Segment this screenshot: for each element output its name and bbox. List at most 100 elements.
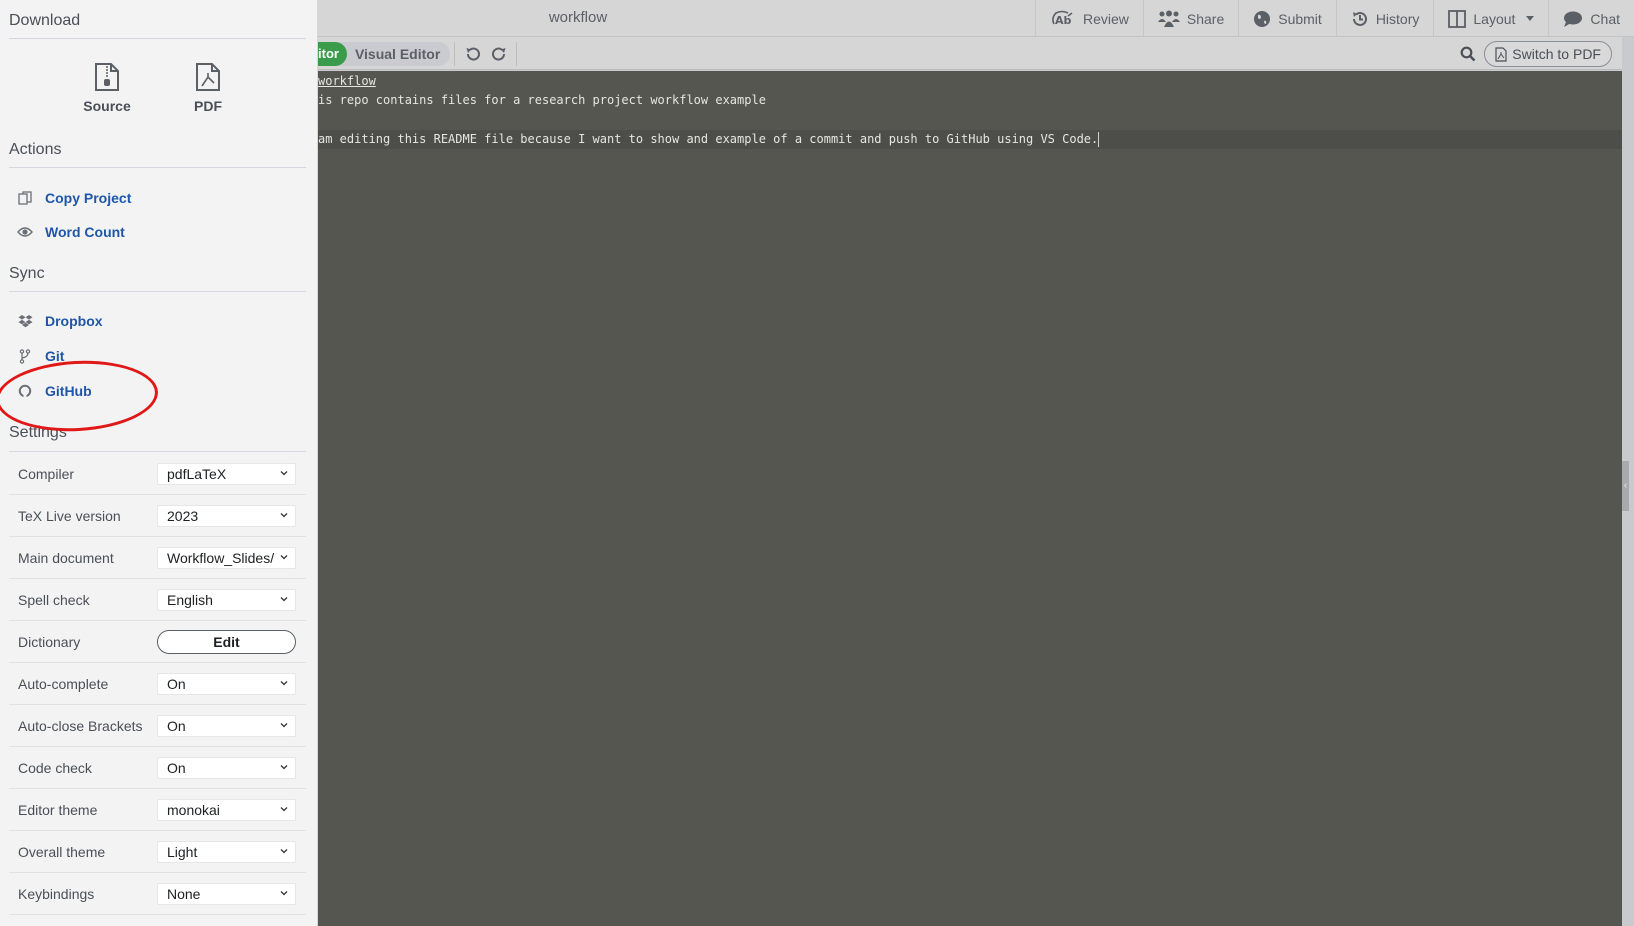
select-value: None bbox=[167, 886, 201, 902]
setting-label: Overall theme bbox=[18, 844, 106, 860]
setting-row-auto-close-brackets: Auto-close Brackets On bbox=[9, 705, 306, 747]
code-editor[interactable]: workflow is repo contains files for a re… bbox=[318, 71, 1622, 926]
setting-row-texlive-version: TeX Live version 2023 bbox=[9, 495, 306, 537]
section-title-actions: Actions bbox=[9, 141, 62, 158]
redo-icon bbox=[492, 47, 506, 61]
git-label: Git bbox=[45, 348, 65, 364]
dropbox-label: Dropbox bbox=[45, 313, 103, 329]
submit-button[interactable]: Submit bbox=[1238, 0, 1336, 37]
share-button[interactable]: Share bbox=[1142, 0, 1238, 37]
section-divider bbox=[9, 291, 306, 292]
main-document-select[interactable]: Workflow_Slides/ bbox=[157, 547, 296, 569]
setting-row-keybindings: Keybindings None bbox=[9, 873, 306, 915]
code-check-select[interactable]: On bbox=[157, 757, 296, 779]
chevron-down-icon bbox=[279, 552, 289, 562]
setting-label: Dictionary bbox=[18, 634, 81, 650]
download-pdf-label: PDF bbox=[194, 98, 222, 114]
chevron-down-icon bbox=[280, 681, 288, 686]
auto-close-brackets-select[interactable]: On bbox=[157, 715, 296, 737]
section-title-settings: Settings bbox=[9, 424, 67, 441]
setting-row-editor-theme: Editor theme monokai bbox=[9, 789, 306, 831]
review-icon: Ab bbox=[1052, 10, 1073, 27]
copy-project-link[interactable]: Copy Project bbox=[17, 190, 131, 206]
chevron-left-icon: ‹ bbox=[1623, 480, 1628, 491]
chevron-down-icon bbox=[280, 891, 288, 896]
setting-row-overall-theme: Overall theme Light bbox=[9, 831, 306, 873]
project-menu-sidebar: Download Source PDF Actions Copy Project… bbox=[0, 0, 318, 926]
visual-editor-tab[interactable]: Visual Editor bbox=[347, 46, 440, 62]
chevron-down-icon bbox=[280, 765, 288, 770]
file-pdf-icon bbox=[196, 63, 220, 91]
select-value: pdfLaTeX bbox=[167, 466, 227, 482]
select-value: On bbox=[167, 676, 186, 692]
section-divider bbox=[9, 38, 306, 39]
setting-row-auto-complete: Auto-complete On bbox=[9, 663, 306, 705]
text-cursor bbox=[1098, 132, 1100, 147]
word-count-link[interactable]: Word Count bbox=[17, 224, 125, 240]
review-label: Review bbox=[1082, 10, 1129, 27]
select-value: Workflow_Slides/ bbox=[167, 550, 275, 566]
copy-icon bbox=[17, 190, 33, 206]
compiler-select[interactable]: pdfLaTeX bbox=[157, 463, 296, 485]
toolbar-divider bbox=[516, 42, 517, 66]
toolbar-right: Switch to PDF bbox=[1460, 41, 1612, 67]
setting-row-spell-check: Spell check English bbox=[9, 579, 306, 621]
setting-row-main-document: Main document Workflow_Slides/ bbox=[9, 537, 306, 579]
redo-button[interactable] bbox=[490, 45, 508, 63]
spell-check-select[interactable]: English bbox=[157, 589, 296, 611]
history-label: History bbox=[1375, 10, 1420, 27]
chevron-down-icon bbox=[280, 849, 288, 854]
git-link[interactable]: Git bbox=[17, 348, 64, 364]
layout-button[interactable]: Layout bbox=[1433, 0, 1548, 37]
auto-complete-select[interactable]: On bbox=[157, 673, 296, 695]
chevron-down-icon bbox=[280, 597, 288, 602]
setting-row-code-check: Code check On bbox=[9, 747, 306, 789]
setting-label: Editor theme bbox=[18, 802, 98, 818]
switch-to-pdf-button[interactable]: Switch to PDF bbox=[1484, 41, 1612, 67]
history-button[interactable]: History bbox=[1335, 0, 1434, 37]
select-value: On bbox=[167, 718, 186, 734]
caret-down-icon bbox=[1526, 16, 1535, 21]
section-divider bbox=[9, 451, 306, 452]
setting-label: Main document bbox=[18, 550, 114, 566]
review-button[interactable]: Ab Review bbox=[1034, 0, 1143, 37]
search-icon[interactable] bbox=[1460, 46, 1476, 62]
section-title-download: Download bbox=[9, 12, 81, 29]
layout-icon bbox=[1448, 9, 1467, 28]
users-icon bbox=[1157, 10, 1180, 27]
editor-toolbar: itor Visual Editor Switch to PDF bbox=[304, 37, 1622, 70]
code-line-active[interactable]: am editing this README file because I wa… bbox=[318, 130, 1622, 149]
undo-button[interactable] bbox=[464, 45, 482, 63]
file-zip-icon bbox=[95, 63, 119, 91]
copy-project-label: Copy Project bbox=[45, 190, 132, 206]
keybindings-select[interactable]: None bbox=[157, 883, 296, 905]
file-pdf-icon bbox=[1495, 46, 1507, 62]
code-line[interactable]: workflow bbox=[318, 72, 376, 91]
chat-label: Chat bbox=[1590, 10, 1620, 27]
texlive-version-select[interactable]: 2023 bbox=[157, 505, 296, 527]
setting-label: TeX Live version bbox=[18, 508, 121, 524]
code-line[interactable]: is repo contains files for a research pr… bbox=[318, 91, 766, 110]
github-link[interactable]: GitHub bbox=[17, 383, 92, 399]
setting-row-dictionary: Dictionary Edit bbox=[9, 621, 306, 663]
section-title-sync: Sync bbox=[9, 265, 45, 282]
select-value: 2023 bbox=[167, 508, 199, 524]
chevron-down-icon bbox=[280, 513, 288, 518]
editor-theme-select[interactable]: monokai bbox=[157, 799, 296, 821]
download-source-label: Source bbox=[83, 98, 131, 114]
chat-button[interactable]: Chat bbox=[1548, 0, 1634, 37]
download-source-button[interactable]: Source bbox=[67, 62, 147, 114]
setting-label: Code check bbox=[18, 760, 92, 776]
eye-icon bbox=[17, 224, 33, 240]
download-pdf-button[interactable]: PDF bbox=[168, 62, 248, 114]
select-value: On bbox=[167, 760, 186, 776]
switch-to-pdf-label: Switch to PDF bbox=[1512, 46, 1601, 62]
section-divider bbox=[9, 167, 306, 168]
dropbox-link[interactable]: Dropbox bbox=[17, 313, 103, 329]
select-value: Light bbox=[167, 844, 198, 860]
expand-pdf-handle[interactable]: ‹ bbox=[1622, 461, 1629, 511]
dictionary-edit-button[interactable]: Edit bbox=[157, 630, 296, 654]
chevron-down-icon bbox=[280, 807, 288, 812]
overall-theme-select[interactable]: Light bbox=[157, 841, 296, 863]
chevron-down-icon bbox=[280, 471, 288, 476]
